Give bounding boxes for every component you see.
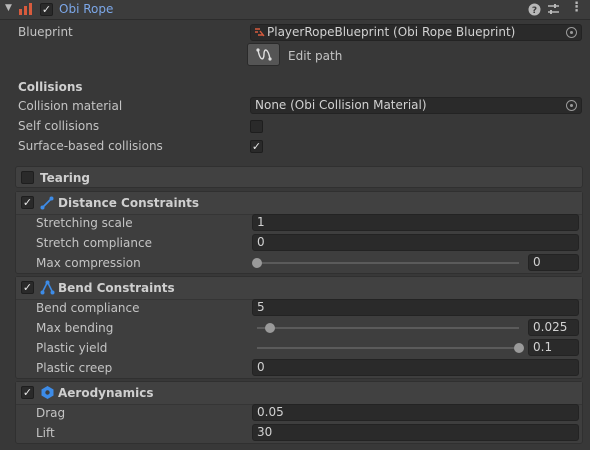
collisions-heading: Collisions <box>18 80 83 94</box>
tearing-label[interactable]: Tearing <box>40 170 90 186</box>
lift-input[interactable]: 30 <box>252 424 579 441</box>
distance-constraints-checkbox[interactable]: ✓ <box>21 196 34 209</box>
max-bending-input[interactable]: 0.025 <box>528 319 579 336</box>
edit-path-label[interactable]: Edit path <box>288 48 342 64</box>
self-collisions-checkbox[interactable] <box>250 120 263 133</box>
lift-label: Lift <box>36 426 55 440</box>
drag-label: Drag <box>36 406 66 420</box>
lift-value: 30 <box>257 425 273 439</box>
collision-material-label: Collision material <box>18 99 123 113</box>
max-compression-input[interactable]: 0 <box>528 254 579 271</box>
stretch-compliance-value: 0 <box>257 235 265 249</box>
max-compression-slider[interactable] <box>252 254 524 272</box>
slider-track <box>257 327 519 329</box>
surface-collisions-label: Surface-based collisions <box>18 139 163 153</box>
bend-compliance-input[interactable]: 5 <box>252 299 579 316</box>
kebab-menu-icon[interactable]: ⋮ <box>570 1 583 15</box>
surface-collisions-checkbox[interactable]: ✓ <box>250 140 263 153</box>
plastic-yield-label: Plastic yield <box>36 341 108 355</box>
blueprint-value: PlayerRopeBlueprint (Obi Rope Blueprint) <box>267 25 516 39</box>
blueprint-label: Blueprint <box>18 25 73 39</box>
plastic-creep-input[interactable]: 0 <box>252 359 579 376</box>
max-compression-label: Max compression <box>36 256 141 270</box>
plastic-yield-input[interactable]: 0.1 <box>528 339 579 356</box>
bend-constraint-icon <box>40 280 55 295</box>
tearing-checkbox[interactable] <box>21 171 34 184</box>
distance-constraint-icon <box>40 196 54 210</box>
blueprint-picker-icon[interactable] <box>566 27 577 38</box>
bend-constraints-checkbox[interactable]: ✓ <box>21 281 34 294</box>
drag-input[interactable]: 0.05 <box>252 404 579 421</box>
edit-path-icon-button[interactable] <box>247 43 280 66</box>
bend-constraints-section: ✓ Bend Constraints Bend compliance 5 Max… <box>15 276 583 379</box>
stretch-compliance-label: Stretch compliance <box>36 236 152 250</box>
help-icon[interactable]: ? <box>528 3 541 16</box>
tearing-section: Tearing <box>15 166 583 188</box>
rope-component-icon <box>19 3 32 15</box>
stretching-scale-value: 1 <box>257 215 265 229</box>
self-collisions-label: Self collisions <box>18 119 100 133</box>
collision-material-value: None (Obi Collision Material) <box>255 98 427 112</box>
collision-material-picker-icon[interactable] <box>566 100 577 111</box>
slider-knob[interactable] <box>252 258 262 268</box>
stretching-scale-input[interactable]: 1 <box>252 214 579 231</box>
preset-icon[interactable] <box>547 3 560 16</box>
aerodynamics-icon <box>41 386 54 399</box>
plastic-yield-value: 0.1 <box>533 340 553 354</box>
aerodynamics-title: Aerodynamics <box>58 386 154 400</box>
drag-value: 0.05 <box>257 405 284 419</box>
aerodynamics-header[interactable]: ✓ Aerodynamics <box>16 382 582 405</box>
distance-constraints-section: ✓ Distance Constraints Stretching scale … <box>15 191 583 274</box>
svg-text:?: ? <box>532 6 537 16</box>
foldout-arrow-icon[interactable]: ▼ <box>5 3 12 13</box>
bend-constraints-title: Bend Constraints <box>58 281 175 295</box>
path-curve-icon <box>256 48 272 61</box>
bend-constraints-header[interactable]: ✓ Bend Constraints <box>16 277 582 300</box>
aerodynamics-checkbox[interactable]: ✓ <box>21 386 34 399</box>
max-bending-value: 0.025 <box>533 320 568 334</box>
slider-track <box>257 347 519 349</box>
stretch-compliance-input[interactable]: 0 <box>252 234 579 251</box>
plastic-creep-value: 0 <box>257 360 265 374</box>
bend-compliance-label: Bend compliance <box>36 301 140 315</box>
bend-compliance-value: 5 <box>257 300 265 314</box>
slider-knob[interactable] <box>265 323 275 333</box>
component-enabled-checkbox[interactable]: ✓ <box>40 3 53 16</box>
blueprint-field[interactable]: PlayerRopeBlueprint (Obi Rope Blueprint) <box>250 24 582 41</box>
aerodynamics-section: ✓ Aerodynamics Drag 0.05 Lift 30 <box>15 381 583 444</box>
max-bending-label: Max bending <box>36 321 114 335</box>
blueprint-asset-icon <box>255 28 265 37</box>
slider-knob[interactable] <box>514 343 524 353</box>
distance-constraints-header[interactable]: ✓ Distance Constraints <box>16 192 582 215</box>
distance-constraints-title: Distance Constraints <box>58 196 200 210</box>
component-title: Obi Rope <box>59 2 114 16</box>
max-compression-value: 0 <box>533 255 541 269</box>
component-header: ▼ ✓ Obi Rope ? ⋮ <box>0 0 590 20</box>
plastic-creep-label: Plastic creep <box>36 361 113 375</box>
stretching-scale-label: Stretching scale <box>36 216 133 230</box>
plastic-yield-slider[interactable] <box>252 339 524 357</box>
slider-track <box>257 262 519 264</box>
max-bending-slider[interactable] <box>252 319 524 337</box>
collision-material-field[interactable]: None (Obi Collision Material) <box>250 97 582 114</box>
